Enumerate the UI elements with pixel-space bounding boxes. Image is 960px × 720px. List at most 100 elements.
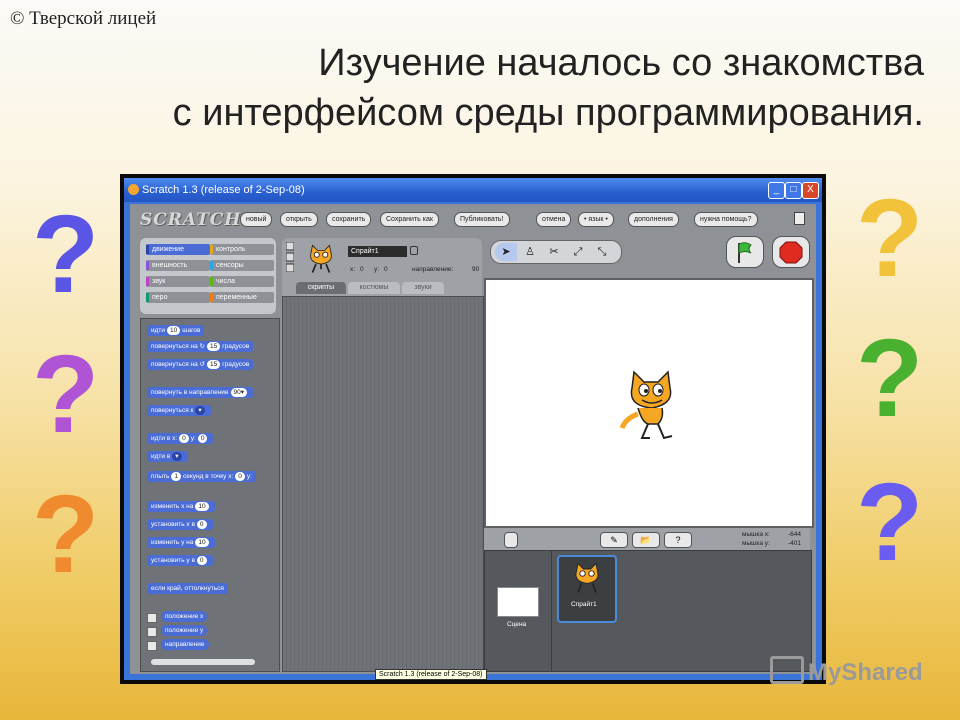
question-mark-left-2: ? — [32, 333, 100, 456]
category-operators[interactable]: числа — [210, 276, 274, 287]
block-dropdown[interactable]: ▾ — [195, 406, 205, 415]
category-variables[interactable]: переменные — [210, 292, 274, 303]
menu-publish-button[interactable]: Публиковать! — [454, 212, 510, 227]
category-sound[interactable]: звук — [146, 276, 210, 287]
tab-sounds[interactable]: звуки — [402, 282, 444, 294]
sprite-name-field[interactable]: Спрайт1 — [348, 246, 407, 257]
palette-scrollbar[interactable] — [151, 659, 255, 665]
block-change-x[interactable]: изменить х на 10 — [147, 501, 215, 512]
block-goto[interactable]: идти в ▾ — [147, 451, 188, 462]
block-turn-left[interactable]: повернуться на ↺ 15 градусов — [147, 359, 254, 370]
stage[interactable] — [484, 278, 814, 528]
block-set-x[interactable]: установить х в0 — [147, 519, 213, 530]
scripts-area[interactable] — [282, 296, 484, 672]
reporter-y-position[interactable]: положение у — [161, 625, 208, 636]
block-input[interactable]: 15 — [207, 360, 221, 369]
presentation-mode-icon[interactable] — [504, 532, 518, 548]
category-sensing[interactable]: сенсоры — [210, 260, 274, 271]
block-input[interactable]: 10 — [195, 502, 209, 511]
choose-sprite-file-icon[interactable]: 📂 — [632, 532, 660, 548]
block-input[interactable]: 0 — [179, 434, 189, 443]
category-label: числа — [216, 278, 236, 285]
menu-open-button[interactable]: открыть — [280, 212, 318, 227]
menu-save-as-button[interactable]: Сохранить как — [380, 212, 439, 227]
paint-new-sprite-icon[interactable]: ✎ — [600, 532, 628, 548]
sprite-y-value: 0 — [384, 266, 388, 273]
maximize-button[interactable]: □ — [785, 182, 802, 199]
sprite-info-panel: Спрайт1 x: 0 y: 0 направление: 90 скрипт… — [282, 238, 482, 296]
block-input[interactable]: 0 — [235, 472, 245, 481]
menu-save-button[interactable]: сохранить — [326, 212, 372, 227]
stage-thumbnail-area[interactable]: Сцена — [485, 551, 552, 671]
sprite-tile-cat-icon — [575, 562, 599, 593]
tab-scripts[interactable]: скрипты — [296, 282, 346, 294]
random-sprite-icon[interactable]: ? — [664, 532, 692, 548]
arrow-cursor-icon[interactable]: ➤ — [495, 243, 517, 261]
block-input[interactable]: 10 — [195, 538, 209, 547]
myshared-logo-icon — [770, 656, 804, 684]
block-point-towards[interactable]: повернуться к ▾ — [147, 405, 211, 416]
block-text: установить х в — [151, 521, 195, 528]
window-titlebar[interactable]: Scratch 1.3 (release of 2-Sep-08) _ □ X — [124, 178, 822, 202]
menu-extras-button[interactable]: дополнения — [628, 212, 679, 227]
category-control[interactable]: контроль — [210, 244, 274, 255]
block-goto-xy[interactable]: идти в x: 0 y: 0 — [147, 433, 214, 444]
block-input[interactable]: 0 — [196, 520, 207, 529]
close-button[interactable]: X — [802, 182, 819, 199]
minimize-button[interactable]: _ — [768, 182, 785, 199]
block-dropdown[interactable]: 90▾ — [230, 388, 248, 397]
reporter-checkbox-x[interactable] — [147, 613, 157, 623]
block-glide[interactable]: плыть 1 секунд в точку x: 0 у: — [147, 471, 256, 482]
menu-new-button[interactable]: новый — [240, 212, 273, 227]
category-motion[interactable]: движение — [146, 244, 210, 255]
scratch-cat-sprite[interactable] — [618, 366, 688, 446]
scratch-window: Scratch 1.3 (release of 2-Sep-08) _ □ X … — [120, 174, 826, 684]
block-text: идти в — [151, 453, 171, 460]
sprite-y-label: y: — [374, 266, 380, 273]
block-text: повернуться на — [151, 361, 198, 368]
block-dropdown[interactable]: ▾ — [172, 452, 182, 461]
category-label: движение — [152, 246, 184, 253]
rotation-style-icons[interactable] — [286, 242, 294, 272]
sprite-tile[interactable]: Спрайт1 — [557, 555, 617, 623]
block-input[interactable]: 0 — [197, 434, 208, 443]
delete-scissors-icon[interactable]: ✂ — [543, 243, 565, 261]
menu-language-button[interactable]: • язык • — [578, 212, 614, 227]
reporter-x-position[interactable]: положение х — [161, 611, 208, 622]
question-mark-right-3: ? — [856, 461, 924, 584]
block-set-y[interactable]: установить у в0 — [147, 555, 213, 566]
menu-undo-button[interactable]: отмена — [536, 212, 572, 227]
category-label: переменные — [216, 294, 257, 301]
reporter-checkbox-y[interactable] — [147, 627, 157, 637]
stop-button[interactable] — [772, 236, 810, 268]
notes-icon[interactable] — [794, 212, 805, 225]
block-text: градусов — [222, 343, 250, 350]
question-mark-left-1: ? — [32, 193, 100, 316]
block-turn-right[interactable]: повернуться на ↻ 15 градусов — [147, 341, 254, 352]
block-input[interactable]: 0 — [196, 556, 207, 565]
reporter-direction[interactable]: направление — [161, 639, 209, 650]
block-text: шагов — [182, 327, 201, 334]
shrink-icon[interactable]: ⤡ — [591, 243, 613, 261]
reporter-checkbox-direction[interactable] — [147, 641, 157, 651]
block-point-direction[interactable]: повернуть в направление 90▾ — [147, 387, 254, 398]
category-pen[interactable]: перо — [146, 292, 210, 303]
block-input[interactable]: 1 — [171, 472, 181, 481]
menu-help-button[interactable]: нужна помощь? — [694, 212, 758, 227]
category-looks[interactable]: внешность — [146, 260, 210, 271]
block-bounce[interactable]: если край, оттолкнуться — [147, 583, 228, 594]
block-move-steps[interactable]: идти 10 шагов — [147, 325, 205, 336]
block-input[interactable]: 10 — [167, 326, 181, 335]
duplicate-stamp-icon[interactable]: ♙ — [519, 243, 541, 261]
tab-costumes[interactable]: костюмы — [348, 282, 400, 294]
stage-thumbnail[interactable] — [497, 587, 539, 617]
slide-title-line-1: Изучение началось со знакомства — [318, 42, 924, 84]
scratch-client-area: SCRATCH новый открыть сохранить Сохранит… — [130, 204, 816, 674]
block-input[interactable]: 15 — [207, 342, 221, 351]
block-text: повернуться к — [151, 407, 194, 414]
block-text: повернуть в направление — [151, 389, 229, 396]
green-flag-button[interactable] — [726, 236, 764, 268]
block-change-y[interactable]: изменить у на 10 — [147, 537, 215, 548]
lock-icon[interactable] — [410, 246, 418, 255]
grow-icon[interactable]: ⤢ — [567, 243, 589, 261]
